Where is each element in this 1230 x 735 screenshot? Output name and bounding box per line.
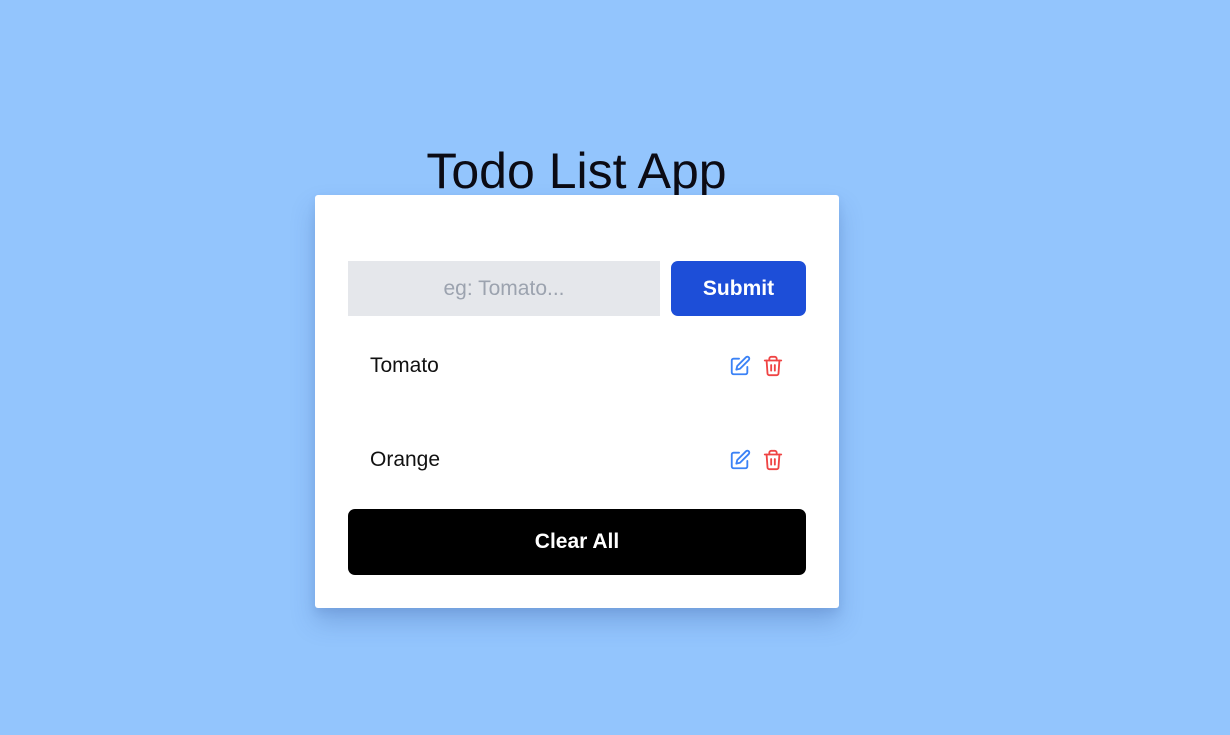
todo-item: Tomato	[348, 346, 806, 386]
todo-text: Tomato	[370, 354, 439, 377]
submit-button[interactable]: Submit	[671, 261, 806, 316]
pencil-square-icon[interactable]	[729, 449, 751, 471]
todo-text: Orange	[370, 448, 441, 471]
todo-item: Orange	[348, 440, 806, 480]
todo-card: Submit Tomato Orange	[315, 195, 839, 608]
pencil-square-icon[interactable]	[729, 355, 751, 377]
page-title: Todo List App	[426, 142, 727, 199]
trash-icon[interactable]	[762, 449, 784, 471]
clear-all-button[interactable]: Clear All	[348, 509, 806, 575]
todo-input[interactable]	[348, 261, 660, 316]
trash-icon[interactable]	[762, 355, 784, 377]
